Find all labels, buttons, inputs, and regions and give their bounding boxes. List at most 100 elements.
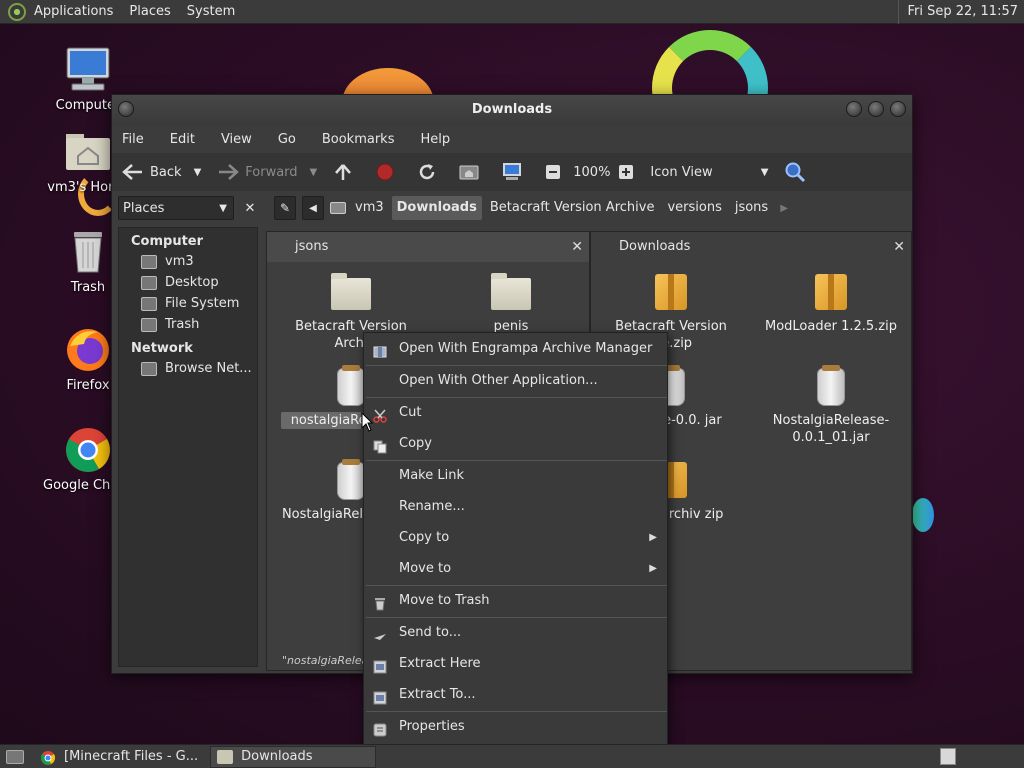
menu-item-extract-to[interactable]: Extract To... [364,681,667,709]
view-mode-label: Icon View [650,164,713,180]
breadcrumb-scroll-left[interactable]: ◀ [302,196,324,220]
menu-item-properties[interactable]: Properties [364,713,667,741]
folder-icon [489,272,533,314]
menu-help[interactable]: Help [420,132,450,147]
stop-icon [376,163,394,181]
reload-button[interactable] [417,162,443,182]
menu-item-open-with-other[interactable]: Open With Other Application... [364,367,667,395]
tab-jsons[interactable]: jsons ✕ [267,232,589,262]
sidebar-item-trash[interactable]: Trash [119,314,257,335]
extract-icon [373,688,387,705]
scissors-icon [373,406,387,423]
home-button[interactable] [459,163,485,181]
file-item[interactable]: ModLoader 1.2.5.zip [761,272,901,335]
side-pane-select[interactable]: Places ▼ [118,196,234,220]
forward-history-dropdown[interactable]: ▼ [310,167,318,178]
send-icon [373,626,387,640]
minimize-button[interactable] [846,101,862,117]
view-mode-select[interactable]: Icon View ▼ [650,165,768,180]
menu-item-label: Move to Trash [399,593,490,608]
forward-button[interactable]: Forward [217,163,298,181]
crumb-vm3[interactable]: vm3 [350,196,389,220]
tab-downloads[interactable]: Downloads ✕ [591,232,911,262]
sidebar-item-desktop[interactable]: Desktop [119,272,257,293]
workspace-switcher[interactable] [940,748,956,765]
menu-item-copy-to[interactable]: Copy to ▶ [364,524,667,552]
menu-go[interactable]: Go [278,132,296,147]
menu-item-label: Rename... [399,499,465,514]
window-title: Downloads [471,102,553,117]
status-bar: "nostalgiaReleas [282,654,366,667]
zoom-in-button[interactable] [618,164,640,180]
taskbar-item-downloads[interactable]: Downloads [210,745,377,768]
crumb-versions[interactable]: versions [662,196,726,220]
folder-icon [329,272,373,314]
up-button[interactable] [333,162,359,182]
zoom-out-button[interactable] [545,164,567,180]
context-menu: Open With Engrampa Archive Manager Open … [363,332,668,745]
menu-edit[interactable]: Edit [170,132,195,147]
chevron-left-icon: ◀ [309,202,317,214]
menu-system[interactable]: System [187,4,235,19]
maximize-button[interactable] [868,101,884,117]
file-item[interactable]: penis [441,272,581,335]
folder-icon [217,749,234,764]
zoom-level[interactable]: 100% [573,165,610,180]
close-side-pane-button[interactable]: ✕ [240,198,260,218]
menu-item-rename[interactable]: Rename... [364,493,667,521]
show-desktop-icon[interactable] [6,749,24,764]
menu-item-send-to[interactable]: Send to... [364,619,667,647]
menu-item-cut[interactable]: Cut [364,399,667,427]
home-folder-icon [330,202,346,214]
computer-icon [503,163,522,180]
file-item[interactable]: NostalgiaRelease-0.0.1_01.jar [761,365,901,446]
menu-applications[interactable]: Applications [34,4,113,19]
sidebar-item-browse-network[interactable]: Browse Net... [119,358,257,379]
sidebar-item-label: Browse Net... [165,361,252,376]
copy-icon [373,437,387,454]
menu-view[interactable]: View [221,132,252,147]
archive-manager-icon [373,342,387,358]
crumb-betacraft[interactable]: Betacraft Version Archive [485,196,660,220]
menu-item-make-link[interactable]: Make Link [364,462,667,490]
taskbar-item-chrome[interactable]: [Minecraft Files - G... [34,746,206,768]
sidebar-item-vm3[interactable]: vm3 [119,251,257,272]
search-button[interactable] [784,161,812,183]
menu-item-open-with-engrampa[interactable]: Open With Engrampa Archive Manager [364,335,667,363]
menu-file[interactable]: File [122,132,144,147]
network-icon [141,361,157,376]
close-tab-icon[interactable]: ✕ [571,232,583,262]
toolbar: Back ▼ Forward ▼ 100% Icon View ▼ [112,153,912,191]
side-pane-select-label: Places [123,200,165,216]
menu-bookmarks[interactable]: Bookmarks [322,132,395,147]
chevron-right-icon[interactable]: ▶ [780,203,788,214]
menu-item-move-to[interactable]: Move to ▶ [364,555,667,583]
chevron-down-icon: ▼ [193,166,202,178]
menu-item-move-to-trash[interactable]: Move to Trash [364,587,667,615]
chrome-icon [40,750,56,765]
crumb-jsons[interactable]: jsons [730,196,773,220]
bottom-panel: [Minecraft Files - G... Downloads [0,744,1024,768]
menu-separator [366,397,667,398]
back-button[interactable]: Back [122,163,182,181]
clock[interactable]: Fri Sep 22, 11:57 [898,0,1018,24]
sidebar-item-filesystem[interactable]: File System [119,293,257,314]
close-tab-icon[interactable]: ✕ [893,232,905,262]
menu-item-copy[interactable]: Copy [364,430,667,458]
stop-button[interactable] [375,162,401,182]
mate-logo-icon[interactable] [8,2,26,21]
trash-icon [141,317,157,332]
crumb-downloads[interactable]: Downloads [391,196,482,220]
window-titlebar[interactable]: Downloads [112,95,912,125]
close-button[interactable] [890,101,906,117]
window-menu-button[interactable] [118,101,134,117]
menu-item-label: Copy to [399,530,450,545]
menu-item-extract-here[interactable]: Extract Here [364,650,667,678]
computer-button[interactable] [501,162,529,182]
edit-icon: ✎ [279,201,291,215]
close-icon: ✕ [244,200,256,216]
menu-separator [366,617,667,618]
menu-places[interactable]: Places [129,4,170,19]
back-history-dropdown[interactable]: ▼ [194,167,202,178]
toggle-location-entry-button[interactable]: ✎ [274,196,296,220]
